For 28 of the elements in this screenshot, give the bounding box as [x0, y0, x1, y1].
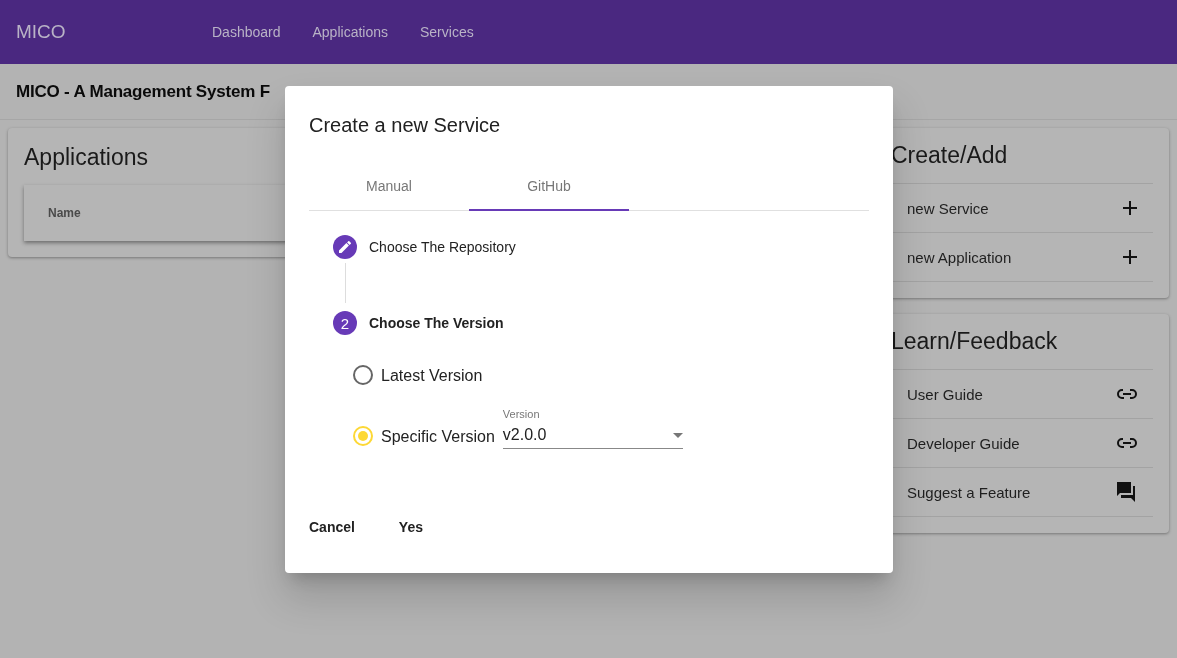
nav-link[interactable]: Applications: [312, 24, 388, 40]
link-icon: [1117, 389, 1137, 399]
step-label: Choose The Version: [369, 315, 504, 331]
dialog-button[interactable]: Cancel: [293, 509, 371, 545]
nav-link[interactable]: Dashboard: [212, 24, 281, 40]
tab[interactable]: Manual: [309, 163, 469, 211]
card-title: Applications: [24, 144, 150, 171]
link-icon: [1117, 438, 1137, 448]
step-label: Choose The Repository: [369, 239, 516, 255]
tab[interactable]: GitHub: [469, 163, 629, 211]
plus-icon: [1123, 250, 1137, 264]
radio-label: Latest Version: [381, 367, 483, 386]
dialog-button[interactable]: Yes: [378, 509, 443, 545]
dropdown-arrow-icon: [672, 432, 683, 438]
page-title: MICO - A Management System F: [16, 81, 270, 102]
edit-step-icon: [333, 235, 357, 259]
card-title: Create/Add: [891, 142, 1009, 169]
column-header: Name: [48, 206, 81, 220]
card-title: Learn/Feedback: [891, 328, 1059, 355]
version-select[interactable]: Version v2.0.0: [502, 408, 683, 449]
chat-icon: [1117, 482, 1137, 502]
app-brand[interactable]: MICO: [16, 21, 212, 43]
radio-label: Specific Version: [381, 428, 495, 447]
radio-button[interactable]: [353, 365, 373, 385]
step-number: 2: [333, 311, 357, 335]
plus-icon: [1123, 201, 1137, 215]
nav-link[interactable]: Services: [420, 24, 474, 40]
dialog-title: Create a new Service: [309, 114, 502, 137]
